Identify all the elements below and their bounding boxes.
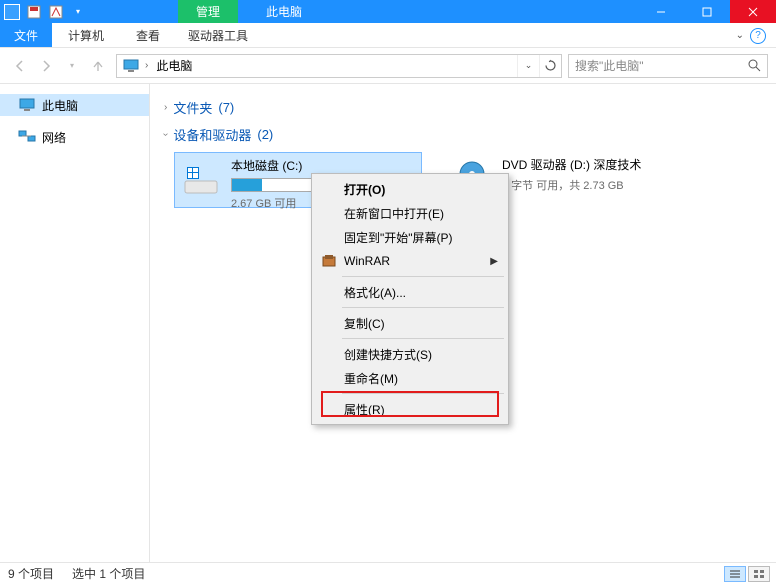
this-pc-icon	[122, 59, 140, 73]
ql-properties-icon[interactable]	[46, 2, 66, 22]
view-details-button[interactable]	[724, 566, 746, 582]
ctx-separator	[342, 393, 504, 394]
drive-name: 本地磁盘 (C:)	[231, 157, 415, 174]
sidebar-item-label: 此电脑	[42, 97, 78, 114]
close-button[interactable]	[730, 0, 776, 23]
refresh-button[interactable]	[539, 55, 561, 77]
sidebar-item-label: 网络	[42, 129, 66, 146]
navigation-bar: ▾ › 此电脑 ⌄ 搜索"此电脑"	[0, 48, 776, 84]
search-placeholder: 搜索"此电脑"	[575, 57, 644, 74]
window-controls	[638, 0, 776, 23]
expand-icon[interactable]: ›	[160, 133, 171, 136]
ctx-pin-to-start[interactable]: 固定到"开始"屏幕(P)	[314, 225, 506, 249]
title-bar: ▾ 管理 此电脑	[0, 0, 776, 23]
context-menu: 打开(O) 在新窗口中打开(E) 固定到"开始"屏幕(P) WinRAR ▶ 格…	[311, 173, 509, 425]
ctx-format[interactable]: 格式化(A)...	[314, 280, 506, 304]
drive-sub: 0 字节 可用，共 2.73 GB	[502, 177, 710, 193]
contextual-tab-manage[interactable]: 管理	[178, 0, 238, 23]
tab-computer[interactable]: 计算机	[52, 23, 120, 47]
search-box[interactable]: 搜索"此电脑"	[568, 54, 768, 78]
status-item-count: 9 个项目	[8, 565, 54, 582]
ctx-open[interactable]: 打开(O)	[314, 177, 506, 201]
ctx-rename[interactable]: 重命名(M)	[314, 366, 506, 390]
ctx-copy[interactable]: 复制(C)	[314, 311, 506, 335]
status-bar: 9 个项目 选中 1 个项目	[0, 562, 776, 584]
quick-launch: ▾	[0, 2, 88, 22]
drive-name: DVD 驱动器 (D:) 深度技术	[502, 156, 710, 173]
this-pc-icon	[18, 98, 36, 112]
ctx-properties[interactable]: 属性(R)	[314, 397, 506, 421]
tab-view[interactable]: 查看	[120, 23, 176, 47]
minimize-button[interactable]	[638, 0, 684, 23]
maximize-button[interactable]	[684, 0, 730, 23]
ctx-separator	[342, 338, 504, 339]
group-folders[interactable]: › 文件夹 (7)	[164, 98, 776, 117]
ribbon-tabs: 文件 计算机 查看 驱动器工具 ⌄ ?	[0, 23, 776, 48]
back-button[interactable]	[8, 54, 32, 78]
search-icon[interactable]	[748, 59, 761, 72]
group-count: (2)	[257, 127, 273, 142]
drive-usage-fill	[232, 179, 262, 191]
ribbon-right-controls: ⌄ ?	[736, 23, 766, 48]
ctx-open-new-window[interactable]: 在新窗口中打开(E)	[314, 201, 506, 225]
up-button[interactable]	[86, 54, 110, 78]
collapse-icon[interactable]: ›	[164, 102, 167, 113]
group-count: (7)	[218, 100, 234, 115]
system-icon[interactable]	[4, 4, 20, 20]
group-label: 文件夹	[173, 98, 212, 117]
ctx-create-shortcut[interactable]: 创建快捷方式(S)	[314, 342, 506, 366]
tab-file[interactable]: 文件	[0, 23, 52, 47]
recent-locations-icon[interactable]: ▾	[60, 54, 84, 78]
ctx-item-label: WinRAR	[344, 254, 390, 268]
help-icon[interactable]: ?	[750, 28, 766, 44]
address-bar[interactable]: › 此电脑 ⌄	[116, 54, 562, 78]
expand-ribbon-icon[interactable]: ⌄	[736, 30, 744, 41]
ctx-separator	[342, 307, 504, 308]
ql-save-icon[interactable]	[24, 2, 44, 22]
sidebar-item-this-pc[interactable]: 此电脑	[0, 94, 149, 116]
breadcrumb-sep-icon[interactable]: ›	[143, 60, 150, 71]
tab-drive-tools[interactable]: 驱动器工具	[178, 23, 258, 48]
ql-dropdown-icon[interactable]: ▾	[68, 2, 88, 22]
window-title: 此电脑	[266, 0, 302, 23]
group-devices[interactable]: › 设备和驱动器 (2)	[164, 125, 776, 144]
address-dropdown-icon[interactable]: ⌄	[517, 55, 539, 77]
sidebar-item-network[interactable]: 网络	[0, 126, 149, 148]
view-mode-buttons	[724, 566, 770, 582]
network-icon	[18, 130, 36, 144]
submenu-arrow-icon: ▶	[490, 256, 498, 267]
status-selected-count: 选中 1 个项目	[72, 565, 145, 582]
ctx-separator	[342, 276, 504, 277]
view-large-icons-button[interactable]	[748, 566, 770, 582]
winrar-icon	[320, 252, 338, 270]
forward-button[interactable]	[34, 54, 58, 78]
navigation-pane: 此电脑 网络	[0, 84, 150, 562]
group-label: 设备和驱动器	[173, 125, 251, 144]
hard-drive-icon	[181, 159, 221, 199]
ctx-winrar[interactable]: WinRAR ▶	[314, 249, 506, 273]
breadcrumb-this-pc[interactable]: 此电脑	[150, 57, 198, 74]
